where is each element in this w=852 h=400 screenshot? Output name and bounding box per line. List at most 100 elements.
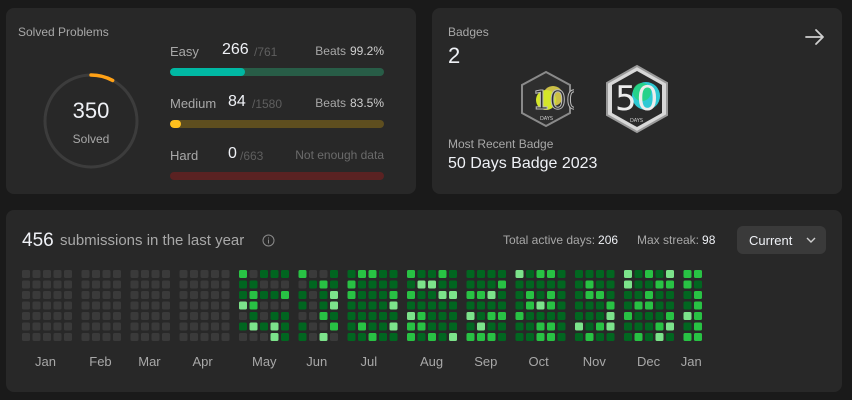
heatmap-cell[interactable] — [634, 270, 643, 278]
heatmap-cell[interactable] — [141, 333, 149, 341]
heatmap-cell[interactable] — [547, 270, 555, 278]
heatmap-cell[interactable] — [113, 312, 121, 320]
heatmap-cell[interactable] — [547, 291, 555, 299]
heatmap-cell[interactable] — [515, 312, 524, 320]
heatmap-cell[interactable] — [130, 280, 139, 289]
heatmap-cell[interactable] — [211, 270, 219, 278]
heatmap-cell[interactable] — [407, 270, 415, 278]
heatmap-cell[interactable] — [694, 291, 702, 299]
heatmap-cell[interactable] — [683, 333, 692, 341]
heatmap-cell[interactable] — [449, 270, 457, 278]
heatmap-cell[interactable] — [466, 291, 475, 299]
heatmap-cell[interactable] — [575, 270, 583, 278]
heatmap-cell[interactable] — [330, 333, 338, 341]
heatmap-cell[interactable] — [477, 301, 485, 310]
heatmap-cell[interactable] — [347, 270, 356, 278]
heatmap-cell[interactable] — [358, 291, 366, 299]
heatmap-cell[interactable] — [645, 333, 653, 341]
heatmap-cell[interactable] — [92, 291, 100, 299]
heatmap-cell[interactable] — [179, 270, 188, 278]
heatmap-cell[interactable] — [428, 280, 436, 289]
heatmap-cell[interactable] — [379, 333, 387, 341]
heatmap-cell[interactable] — [239, 280, 247, 289]
heatmap-cell[interactable] — [547, 322, 555, 331]
heatmap-cell[interactable] — [368, 322, 377, 331]
heatmap-cell[interactable] — [379, 280, 387, 289]
heatmap-cell[interactable] — [43, 280, 51, 289]
heatmap-cell[interactable] — [536, 312, 545, 320]
heatmap-cell[interactable] — [32, 312, 41, 320]
heatmap-cell[interactable] — [645, 291, 653, 299]
heatmap-cell[interactable] — [113, 322, 121, 331]
heatmap-cell[interactable] — [683, 301, 692, 310]
heatmap-cell[interactable] — [449, 322, 457, 331]
heatmap-cell[interactable] — [368, 291, 377, 299]
heatmap-cell[interactable] — [330, 322, 338, 331]
heatmap-cell[interactable] — [557, 301, 566, 310]
heatmap-cell[interactable] — [477, 312, 485, 320]
heatmap-cell[interactable] — [655, 333, 664, 341]
heatmap-cell[interactable] — [624, 270, 632, 278]
heatmap-cell[interactable] — [449, 291, 457, 299]
heatmap-cell[interactable] — [221, 322, 230, 331]
heatmap-cell[interactable] — [239, 270, 247, 278]
heatmap-cell[interactable] — [606, 322, 615, 331]
heatmap-cell[interactable] — [141, 312, 149, 320]
heatmap-cell[interactable] — [200, 301, 209, 310]
heatmap-cell[interactable] — [368, 280, 377, 289]
heatmap-cell[interactable] — [358, 322, 366, 331]
heatmap-cell[interactable] — [330, 312, 338, 320]
heatmap-cell[interactable] — [102, 270, 111, 278]
heatmap-cell[interactable] — [141, 322, 149, 331]
heatmap-cell[interactable] — [32, 270, 41, 278]
heatmap-cell[interactable] — [547, 312, 555, 320]
heatmap-cell[interactable] — [428, 322, 436, 331]
heatmap-cell[interactable] — [130, 291, 139, 299]
heatmap-cell[interactable] — [536, 291, 545, 299]
heatmap-cell[interactable] — [32, 280, 41, 289]
heatmap-cell[interactable] — [22, 333, 30, 341]
heatmap-cell[interactable] — [368, 333, 377, 341]
heatmap-cell[interactable] — [358, 333, 366, 341]
heatmap-cell[interactable] — [179, 291, 188, 299]
heatmap-cell[interactable] — [536, 301, 545, 310]
heatmap-cell[interactable] — [92, 322, 100, 331]
heatmap-cell[interactable] — [428, 312, 436, 320]
heatmap-cell[interactable] — [379, 312, 387, 320]
heatmap-cell[interactable] — [557, 270, 566, 278]
heatmap-cell[interactable] — [309, 291, 317, 299]
heatmap-cell[interactable] — [449, 301, 457, 310]
heatmap-cell[interactable] — [389, 312, 398, 320]
heatmap-cell[interactable] — [596, 333, 604, 341]
heatmap-cell[interactable] — [319, 270, 328, 278]
heatmap-cell[interactable] — [666, 280, 674, 289]
heatmap-cell[interactable] — [585, 291, 594, 299]
heatmap-cell[interactable] — [270, 291, 279, 299]
heatmap-cell[interactable] — [113, 333, 121, 341]
heatmap-cell[interactable] — [113, 270, 121, 278]
heatmap-cell[interactable] — [32, 291, 41, 299]
heatmap-cell[interactable] — [43, 322, 51, 331]
heatmap-cell[interactable] — [683, 291, 692, 299]
heatmap-cell[interactable] — [389, 291, 398, 299]
heatmap-cell[interactable] — [585, 270, 594, 278]
heatmap-cell[interactable] — [102, 333, 111, 341]
heatmap-cell[interactable] — [81, 270, 90, 278]
heatmap-cell[interactable] — [239, 291, 247, 299]
heatmap-cell[interactable] — [298, 270, 307, 278]
heatmap-cell[interactable] — [428, 333, 436, 341]
heatmap-cell[interactable] — [417, 270, 426, 278]
heatmap-cell[interactable] — [53, 301, 62, 310]
heatmap-cell[interactable] — [694, 322, 702, 331]
heatmap-cell[interactable] — [575, 333, 583, 341]
heatmap-cell[interactable] — [298, 301, 307, 310]
heatmap-cell[interactable] — [417, 291, 426, 299]
heatmap-cell[interactable] — [190, 333, 198, 341]
heatmap-cell[interactable] — [536, 333, 545, 341]
heatmap-cell[interactable] — [221, 333, 230, 341]
heatmap-cell[interactable] — [407, 301, 415, 310]
heatmap-cell[interactable] — [417, 322, 426, 331]
heatmap-cell[interactable] — [298, 312, 307, 320]
heatmap-cell[interactable] — [239, 333, 247, 341]
heatmap-cell[interactable] — [309, 270, 317, 278]
